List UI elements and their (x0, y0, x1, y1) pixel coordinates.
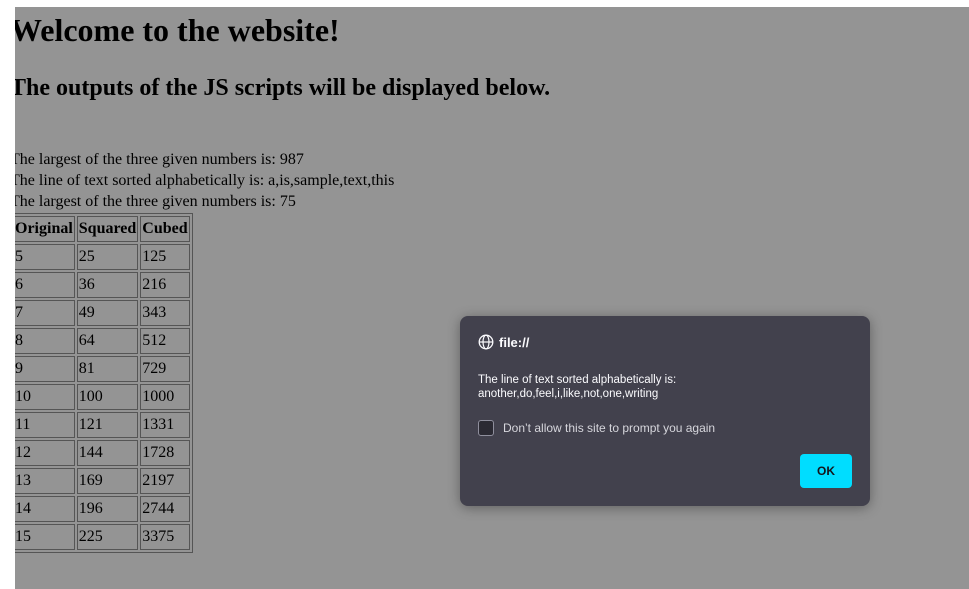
table-cell: 343 (140, 300, 190, 326)
table-cell: 121 (76, 412, 139, 438)
table-row: 10 100 1000 (15, 384, 190, 410)
dialog-origin: file:// (478, 334, 529, 350)
table-row: 9 81 729 (15, 356, 190, 382)
table-cell: 12 (15, 440, 75, 466)
column-header: Cubed (140, 216, 190, 242)
suppress-prompts-checkbox[interactable] (478, 420, 494, 436)
table-row: 8 64 512 (15, 328, 190, 354)
table-cell: 9 (15, 356, 75, 382)
table-cell: 10 (15, 384, 75, 410)
table-row: 6 36 216 (15, 272, 190, 298)
table-cell: 1331 (140, 412, 190, 438)
suppress-prompts-label[interactable]: Don’t allow this site to prompt you agai… (503, 421, 715, 435)
table-cell: 5 (15, 244, 75, 270)
suppress-prompts-option[interactable]: Don’t allow this site to prompt you agai… (478, 420, 715, 436)
table-cell: 7 (15, 300, 75, 326)
output-line: The largest of the three given numbers i… (15, 151, 304, 168)
table-cell: 3375 (140, 524, 190, 550)
table-cell: 64 (76, 328, 139, 354)
table-row: 15 225 3375 (15, 524, 190, 550)
table-cell: 216 (140, 272, 190, 298)
table-cell: 36 (76, 272, 139, 298)
table-cell: 169 (76, 468, 139, 494)
globe-icon (478, 334, 494, 350)
table-cell: 8 (15, 328, 75, 354)
dialog-message-line: The line of text sorted alphabetically i… (478, 374, 677, 386)
powers-table: Original Squared Cubed 5 25 125 6 36 216 7 49 34… (15, 213, 193, 553)
table-cell: 13 (15, 468, 75, 494)
table-row: 12 144 1728 (15, 440, 190, 466)
table-cell: 125 (140, 244, 190, 270)
table-cell: 14 (15, 496, 75, 522)
page-heading: Welcome to the website! (15, 12, 340, 48)
table-row: 7 49 343 (15, 300, 190, 326)
dialog-message-line: another,do,feel,i,like,not,one,writing (478, 388, 659, 400)
prompt-dialog: file:// The line of text sorted alphabet… (460, 316, 870, 506)
output-line: The line of text sorted alphabetically i… (15, 172, 395, 189)
dialog-message: The line of text sorted alphabetically i… (478, 373, 848, 401)
page-content-dimmed: Welcome to the website! The outputs of t… (15, 7, 969, 589)
table-row: 5 25 125 (15, 244, 190, 270)
table-cell: 1000 (140, 384, 190, 410)
table-cell: 81 (76, 356, 139, 382)
table-cell: 512 (140, 328, 190, 354)
table-row: 13 169 2197 (15, 468, 190, 494)
table-cell: 225 (76, 524, 139, 550)
table-row: 14 196 2744 (15, 496, 190, 522)
table-header-row: Original Squared Cubed (15, 216, 190, 242)
ok-button[interactable]: OK (800, 454, 852, 488)
column-header: Original (15, 216, 75, 242)
table-cell: 15 (15, 524, 75, 550)
table-cell: 1728 (140, 440, 190, 466)
table-row: 11 121 1331 (15, 412, 190, 438)
page-subheading: The outputs of the JS scripts will be di… (15, 75, 551, 101)
table-cell: 100 (76, 384, 139, 410)
table-cell: 2197 (140, 468, 190, 494)
table-cell: 11 (15, 412, 75, 438)
table-cell: 144 (76, 440, 139, 466)
table-cell: 196 (76, 496, 139, 522)
table-body: 5 25 125 6 36 216 7 49 343 8 64 512 9 81 729 10 100 1000 1… (15, 244, 190, 550)
script-outputs: The largest of the three given numbers i… (15, 149, 394, 212)
table-cell: 729 (140, 356, 190, 382)
column-header: Squared (76, 216, 139, 242)
table-cell: 49 (76, 300, 139, 326)
dialog-origin-text: file:// (499, 334, 530, 350)
table-cell: 25 (76, 244, 139, 270)
table-cell: 6 (15, 272, 75, 298)
output-line: The largest of the three given numbers i… (15, 193, 296, 210)
table-cell: 2744 (140, 496, 190, 522)
